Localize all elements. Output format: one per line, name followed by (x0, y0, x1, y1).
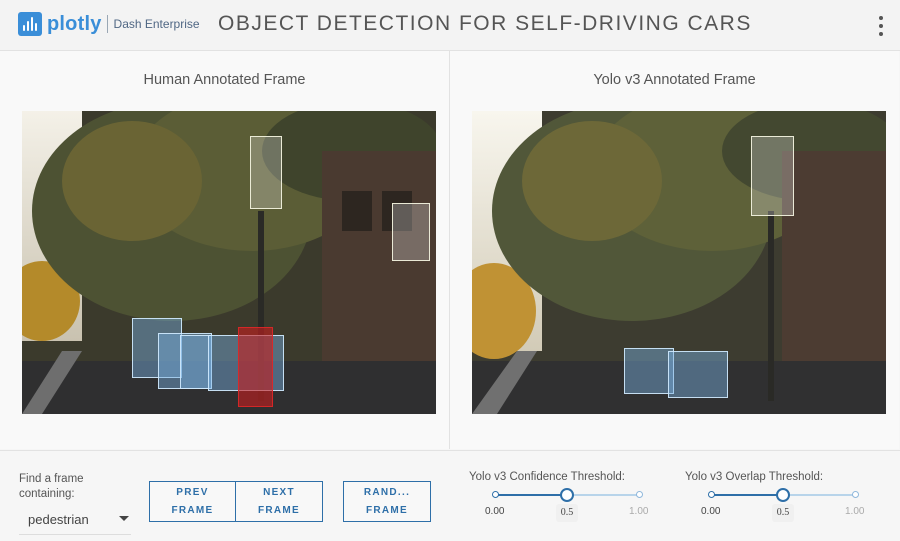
yolo-annotated-frame[interactable] (472, 111, 886, 414)
human-annotated-frame[interactable] (22, 111, 436, 414)
random-frame-button[interactable]: RAND... FRAME (343, 481, 431, 522)
overlap-max-label: 1.00 (845, 506, 865, 517)
vertical-ellipsis-icon[interactable] (876, 14, 886, 38)
human-annotated-panel: Human Annotated Frame (0, 51, 450, 449)
object-class-dropdown[interactable]: pedestrian (19, 508, 131, 535)
overlap-min-label: 0.00 (701, 506, 721, 517)
next-frame-button[interactable]: NEXT FRAME (235, 481, 323, 522)
traffic-light-annotation-box (250, 136, 282, 209)
slider-handle[interactable] (560, 488, 574, 502)
car-detection-box (624, 348, 674, 394)
overlap-threshold-label: Yolo v3 Overlap Threshold: (685, 471, 824, 483)
prev-frame-button[interactable]: PREV FRAME (149, 481, 236, 522)
confidence-min-label: 0.00 (485, 506, 505, 517)
panel-title-human: Human Annotated Frame (143, 72, 306, 88)
traffic-light-detection-box (751, 136, 794, 216)
logo-divider (106, 15, 108, 33)
logo-wordmark: plotly (47, 12, 102, 35)
confidence-threshold-slider[interactable] (492, 488, 643, 502)
slider-mark-min (708, 491, 715, 498)
app-header: plotly Dash Enterprise OBJECT DETECTION … (0, 0, 900, 51)
chevron-down-icon (119, 516, 129, 521)
find-frame-label: Find a frame containing: (19, 473, 84, 500)
slider-mark-max (852, 491, 859, 498)
slider-mark-max (636, 491, 643, 498)
car-detection-box (668, 351, 728, 398)
dropdown-selected-value: pedestrian (28, 512, 89, 527)
panel-title-yolo: Yolo v3 Annotated Frame (593, 72, 756, 88)
plotly-logo[interactable]: plotly Dash Enterprise (18, 12, 200, 36)
plotly-logo-icon (18, 12, 42, 36)
slider-mark-min (492, 491, 499, 498)
slider-handle[interactable] (776, 488, 790, 502)
pedestrian-annotation-box (238, 327, 273, 407)
confidence-max-label: 1.00 (629, 506, 649, 517)
logo-subtitle: Dash Enterprise (113, 17, 200, 31)
controls-bar: Find a frame containing: pedestrian PREV… (0, 450, 900, 541)
page-title: OBJECT DETECTION FOR SELF-DRIVING CARS (218, 12, 752, 35)
confidence-value-tooltip: 0.5 (556, 504, 578, 522)
sign-annotation-box (392, 203, 430, 261)
yolo-annotated-panel: Yolo v3 Annotated Frame (450, 51, 899, 449)
overlap-value-tooltip: 0.5 (772, 504, 794, 522)
overlap-threshold-slider[interactable] (708, 488, 859, 502)
confidence-threshold-label: Yolo v3 Confidence Threshold: (469, 471, 625, 483)
